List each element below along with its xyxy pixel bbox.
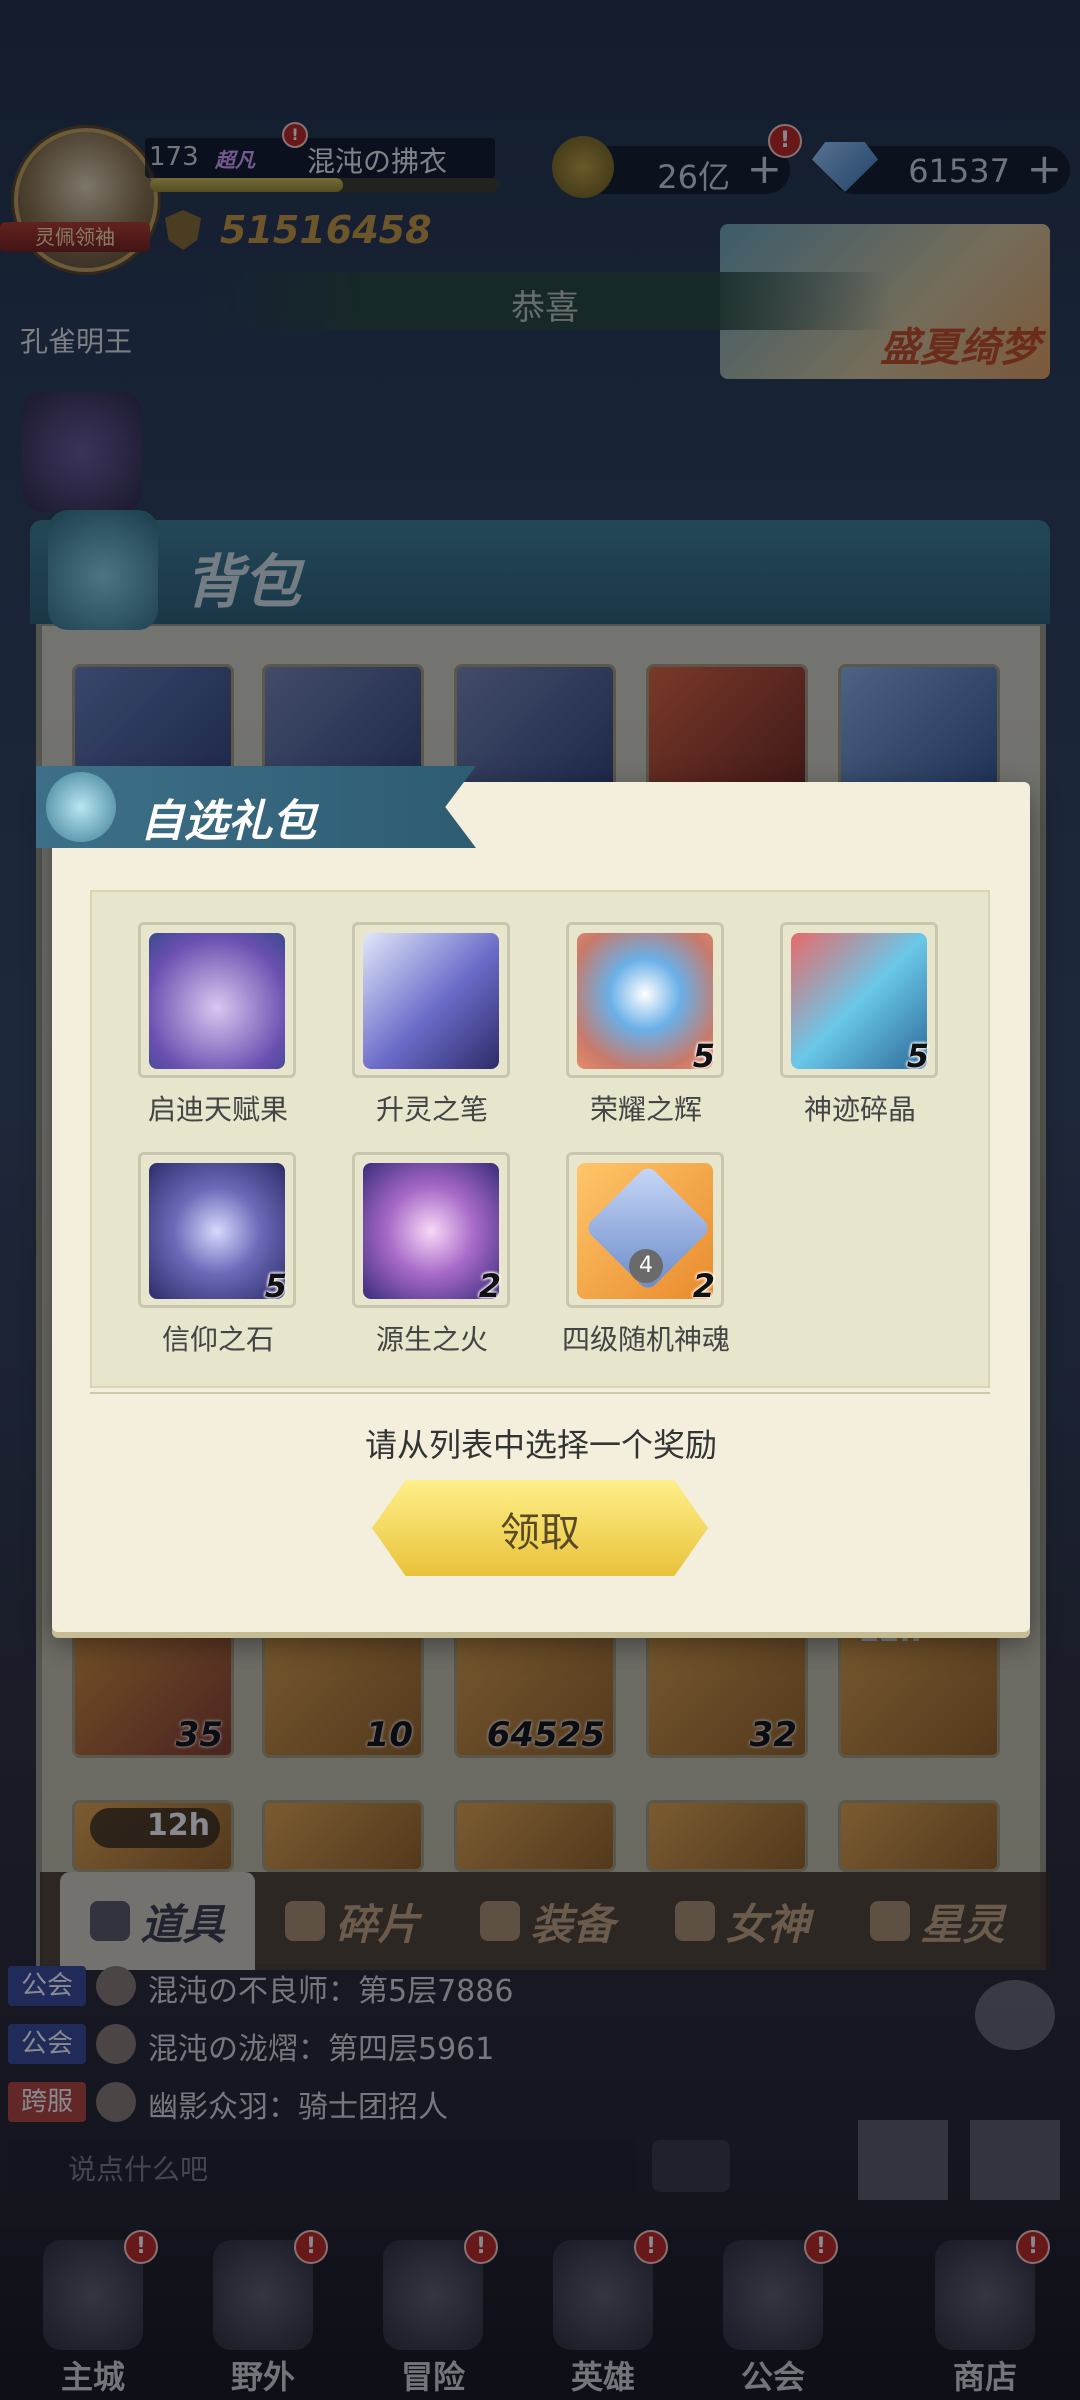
reward-name: 源生之火 xyxy=(375,1323,488,1356)
reward-name: 神迹碎晶 xyxy=(803,1093,916,1126)
reward-name: 四级随机神魂 xyxy=(561,1323,730,1356)
reward-slot: 5 xyxy=(138,1152,296,1308)
reward-name: 启迪天赋果 xyxy=(147,1093,288,1126)
reward-name: 信仰之石 xyxy=(161,1323,274,1356)
claim-button[interactable]: 领取 xyxy=(372,1480,708,1576)
reward-slot: 5 xyxy=(566,922,724,1078)
divider xyxy=(90,1392,990,1394)
reward-name: 荣耀之辉 xyxy=(589,1093,702,1126)
fruit-icon xyxy=(149,933,285,1069)
tier-badge: 4 xyxy=(629,1249,663,1283)
claim-label: 领取 xyxy=(500,1510,580,1556)
reward-name: 升灵之笔 xyxy=(375,1093,488,1126)
reward-slot: 4 2 xyxy=(566,1152,724,1308)
reward-slot: 5 xyxy=(780,922,938,1078)
quill-icon xyxy=(363,933,499,1069)
reward-slot: 2 xyxy=(352,1152,510,1308)
reward-slot xyxy=(138,922,296,1078)
selection-hint: 请从列表中选择一个奖励 xyxy=(364,1426,717,1464)
reward-slot xyxy=(352,922,510,1078)
dialog-title: 自选礼包 xyxy=(140,796,316,847)
lightning-icon xyxy=(46,772,116,842)
